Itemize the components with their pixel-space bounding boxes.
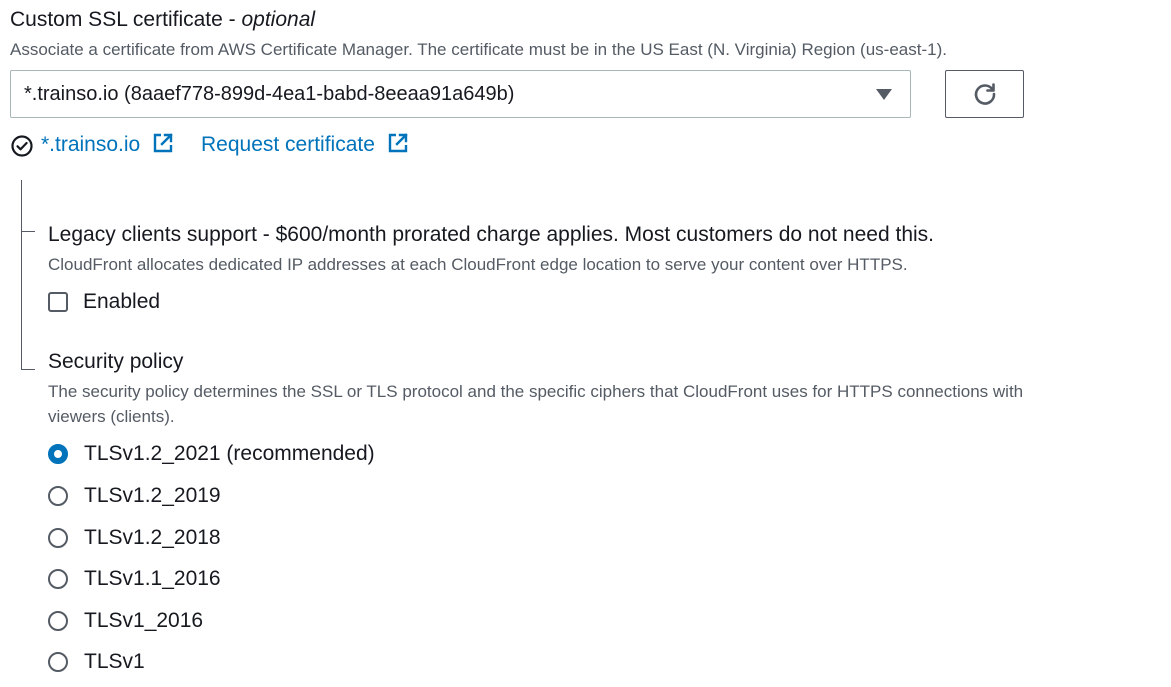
- radio-option-tlsv1-2-2018[interactable]: TLSv1.2_2018: [48, 523, 221, 553]
- radio-button[interactable]: [48, 652, 68, 672]
- radio-option-label: TLSv1_2016: [84, 609, 204, 632]
- request-certificate-link-text: Request certificate: [201, 133, 375, 156]
- external-link-icon: [388, 133, 408, 153]
- radio-option-tlsv1[interactable]: TLSv1: [48, 647, 145, 677]
- security-policy-title: Security policy: [48, 350, 184, 373]
- tree-branch-security: [21, 369, 35, 370]
- request-certificate-link[interactable]: Request certificate: [201, 131, 409, 159]
- refresh-certificates-button[interactable]: [945, 70, 1024, 118]
- radio-option-tlsv1-2016[interactable]: TLSv1_2016: [48, 606, 203, 636]
- legacy-enabled-checkbox[interactable]: [48, 292, 68, 312]
- caret-down-icon: [876, 89, 892, 100]
- radio-button[interactable]: [48, 569, 68, 589]
- radio-option-tlsv1-2-2019[interactable]: TLSv1.2_2019: [48, 481, 221, 511]
- certificate-domain-link[interactable]: *.trainso.io: [41, 131, 174, 159]
- radio-option-label: TLSv1.2_2019: [84, 484, 221, 507]
- tree-vertical-line: [21, 180, 22, 370]
- legacy-enabled-checkbox-row[interactable]: Enabled: [48, 288, 160, 316]
- refresh-icon: [974, 83, 995, 105]
- check-circle-icon: [11, 135, 33, 157]
- radio-option-tlsv1-2-2021[interactable]: TLSv1.2_2021 (recommended): [48, 439, 375, 469]
- radio-button[interactable]: [48, 486, 68, 506]
- external-link-icon: [153, 133, 173, 153]
- ssl-certificate-label: Custom SSL certificate - optional: [10, 8, 316, 31]
- security-policy-description-line2: viewers (clients).: [48, 407, 175, 426]
- radio-option-label: TLSv1: [84, 650, 145, 673]
- radio-button[interactable]: [48, 528, 68, 548]
- certificate-select-value: *.trainso.io (8aaef778-899d-4ea1-babd-8e…: [24, 82, 515, 105]
- radio-option-label: TLSv1.2_2021 (recommended): [84, 442, 375, 465]
- ssl-certificate-label-text: Custom SSL certificate: [10, 8, 223, 31]
- legacy-clients-title: Legacy clients support - $600/month pror…: [48, 223, 934, 246]
- legacy-enabled-label: Enabled: [83, 290, 161, 313]
- radio-option-label: TLSv1.2_2018: [84, 526, 221, 549]
- tree-branch-legacy: [21, 231, 35, 232]
- radio-option-tlsv1-1-2016[interactable]: TLSv1.1_2016: [48, 564, 221, 594]
- ssl-certificate-description: Associate a certificate from AWS Certifi…: [10, 40, 947, 59]
- certificate-select[interactable]: *.trainso.io (8aaef778-899d-4ea1-babd-8e…: [10, 70, 911, 118]
- optional-tag: optional: [241, 8, 316, 31]
- certificate-domain-link-text: *.trainso.io: [41, 133, 141, 156]
- security-policy-description-line1: The security policy determines the SSL o…: [48, 382, 1024, 401]
- radio-button[interactable]: [48, 611, 68, 631]
- radio-button[interactable]: [48, 444, 68, 464]
- legacy-clients-description: CloudFront allocates dedicated IP addres…: [48, 255, 908, 274]
- radio-option-label: TLSv1.1_2016: [84, 567, 221, 590]
